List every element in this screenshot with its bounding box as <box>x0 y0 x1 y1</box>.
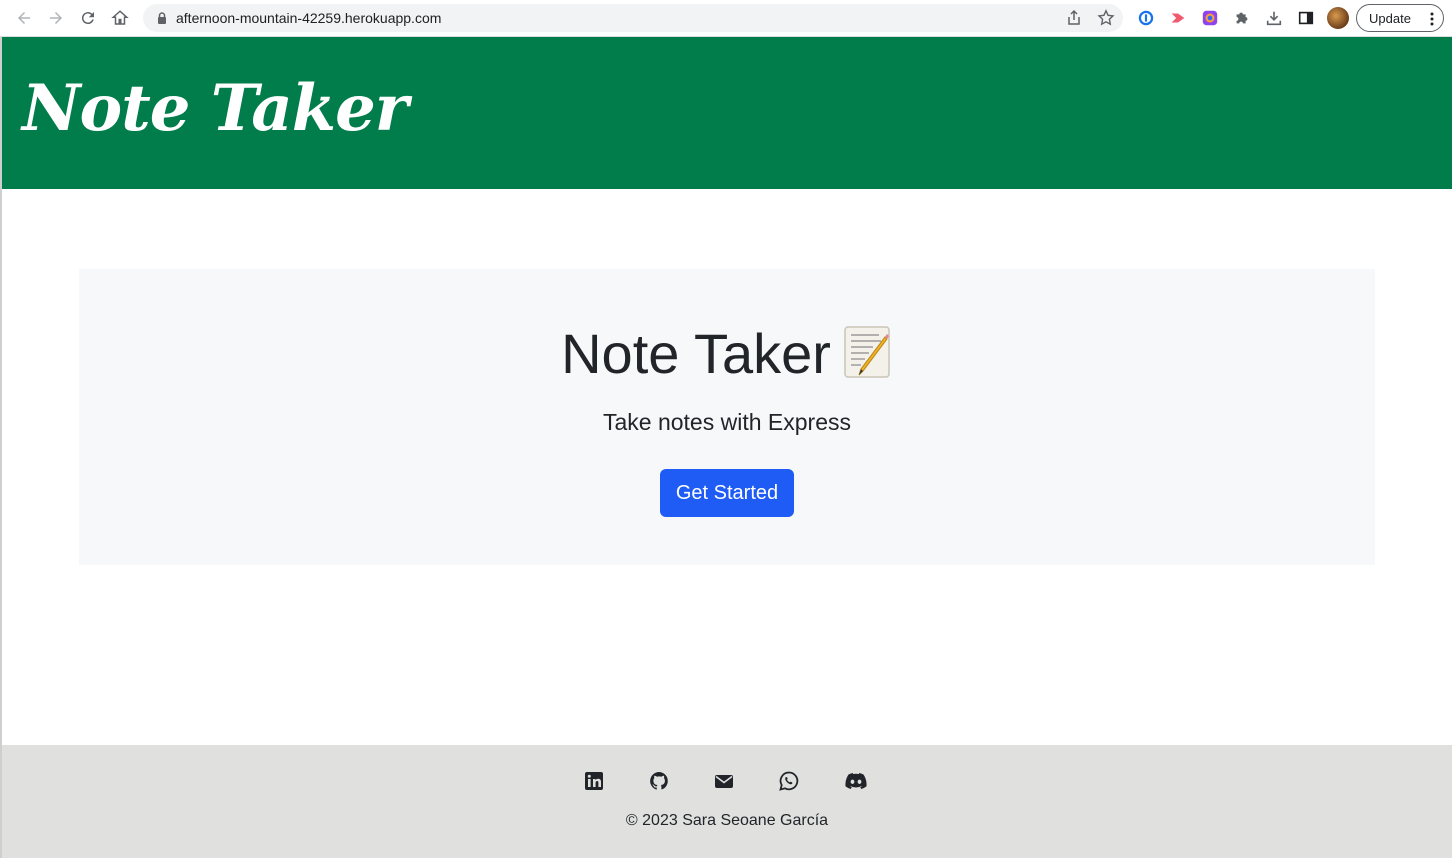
reload-icon[interactable] <box>76 6 100 30</box>
forward-icon[interactable] <box>44 6 68 30</box>
discord-icon[interactable] <box>845 770 867 792</box>
extension-icon[interactable] <box>1168 8 1188 28</box>
get-started-button[interactable]: Get Started <box>660 469 794 517</box>
address-bar[interactable]: afternoon-mountain-42259.herokuapp.com <box>143 4 1123 32</box>
back-icon[interactable] <box>12 6 36 30</box>
puzzle-icon[interactable] <box>1232 8 1252 28</box>
download-icon[interactable] <box>1264 8 1284 28</box>
lock-icon[interactable] <box>155 11 169 25</box>
kebab-icon <box>1430 12 1434 26</box>
memo-icon <box>844 326 890 378</box>
star-icon[interactable] <box>1097 9 1115 27</box>
github-icon[interactable] <box>648 770 670 792</box>
browser-toolbar: afternoon-mountain-42259.herokuapp.com U… <box>0 0 1452 37</box>
hero-title: Note Taker <box>79 321 1375 386</box>
hero-section: Note Taker Take notes with Express Get S… <box>79 269 1375 565</box>
whatsapp-icon[interactable] <box>778 770 800 792</box>
color-icon[interactable] <box>1200 8 1220 28</box>
url-text: afternoon-mountain-42259.herokuapp.com <box>176 10 442 26</box>
linkedin-icon[interactable] <box>583 770 605 792</box>
1password-icon[interactable] <box>1136 8 1156 28</box>
brand-logo[interactable]: Note Taker <box>22 71 408 146</box>
site-footer: © 2023 Sara Seoane García <box>2 745 1452 858</box>
update-label: Update <box>1369 10 1411 26</box>
avatar[interactable] <box>1327 7 1349 29</box>
update-button[interactable]: Update <box>1356 4 1444 32</box>
hero-title-text: Note Taker <box>561 322 831 385</box>
hero-subtitle: Take notes with Express <box>602 409 851 435</box>
copyright-text: © 2023 Sara Seoane García <box>625 812 829 829</box>
share-icon[interactable] <box>1065 9 1083 27</box>
sidepanel-icon[interactable] <box>1296 8 1316 28</box>
site-header: Note Taker <box>2 37 1452 189</box>
email-icon[interactable] <box>713 770 735 792</box>
home-icon[interactable] <box>108 6 132 30</box>
